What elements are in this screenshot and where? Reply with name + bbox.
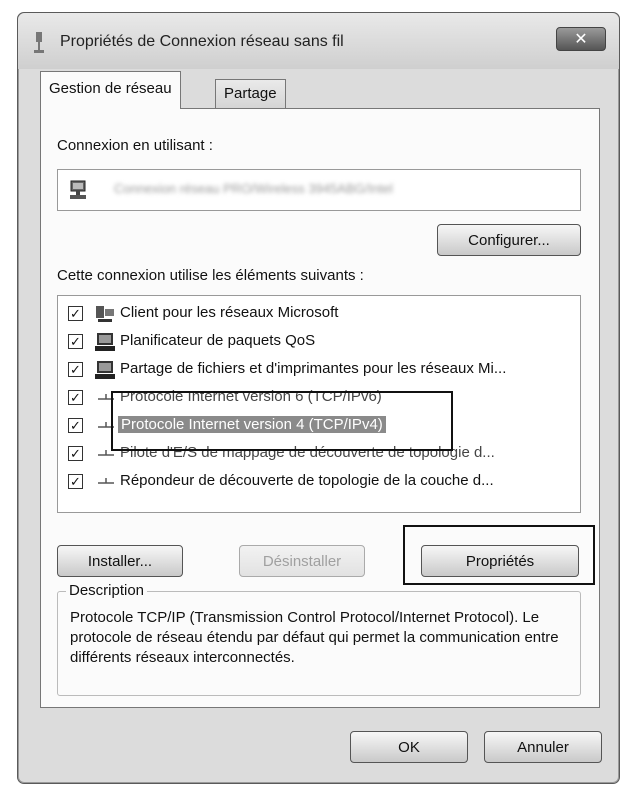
list-item[interactable]: ✓ Client pour les réseaux Microsoft bbox=[58, 300, 578, 328]
protocol-icon bbox=[98, 478, 114, 484]
item-label: Répondeur de découverte de topologie de … bbox=[120, 472, 494, 489]
network-adapter-icon bbox=[70, 180, 86, 199]
ok-button[interactable]: OK bbox=[350, 731, 468, 763]
adapter-field: Connexion réseau PRO/Wireless 3945ABG/In… bbox=[57, 169, 581, 211]
checkbox[interactable]: ✓ bbox=[68, 418, 83, 433]
network-service-icon bbox=[95, 333, 115, 351]
checkbox[interactable]: ✓ bbox=[68, 474, 83, 489]
close-button[interactable]: ✕ bbox=[556, 27, 606, 51]
window-title: Propriétés de Connexion réseau sans fil bbox=[60, 33, 344, 50]
configure-button[interactable]: Configurer... bbox=[437, 224, 581, 256]
tab-panel: Connexion en utilisant : Connexion résea… bbox=[40, 108, 600, 708]
checkbox[interactable]: ✓ bbox=[68, 390, 83, 405]
title-bar[interactable]: Propriétés de Connexion réseau sans fil … bbox=[18, 13, 619, 69]
checkbox[interactable]: ✓ bbox=[68, 334, 83, 349]
uninstall-button: Désinstaller bbox=[239, 545, 365, 577]
annotation-frame-ipv4 bbox=[111, 391, 453, 451]
install-button[interactable]: Installer... bbox=[57, 545, 183, 577]
item-label: Partage de fichiers et d'imprimantes pou… bbox=[120, 360, 507, 377]
network-service-icon bbox=[95, 361, 115, 379]
annotation-frame-properties bbox=[403, 525, 595, 585]
description-text: Protocole TCP/IP (Transmission Control P… bbox=[70, 609, 559, 666]
checkbox[interactable]: ✓ bbox=[68, 306, 83, 321]
connection-label: Connexion en utilisant : bbox=[57, 137, 213, 154]
checkbox[interactable]: ✓ bbox=[68, 446, 83, 461]
tab-strip: Gestion de réseau Partage bbox=[40, 69, 600, 109]
tab-partage[interactable]: Partage bbox=[215, 79, 286, 109]
network-icon bbox=[34, 32, 44, 53]
item-label: Planificateur de paquets QoS bbox=[120, 332, 316, 349]
cancel-button[interactable]: Annuler bbox=[484, 731, 602, 763]
properties-dialog: Propriétés de Connexion réseau sans fil … bbox=[17, 12, 620, 784]
description-legend: Description bbox=[66, 582, 148, 599]
tab-gestion-reseau[interactable]: Gestion de réseau bbox=[40, 71, 181, 109]
list-item[interactable]: ✓ Planificateur de paquets QoS bbox=[58, 328, 578, 356]
checkbox[interactable]: ✓ bbox=[68, 362, 83, 377]
item-label: Client pour les réseaux Microsoft bbox=[120, 304, 339, 321]
description-group: Description Protocole TCP/IP (Transmissi… bbox=[57, 582, 581, 696]
list-item[interactable]: ✓ Répondeur de découverte de topologie d… bbox=[58, 468, 578, 496]
list-item[interactable]: ✓ Partage de fichiers et d'imprimantes p… bbox=[58, 356, 578, 384]
items-label: Cette connexion utilise les éléments sui… bbox=[57, 267, 364, 284]
network-client-icon bbox=[96, 306, 114, 322]
adapter-name: Connexion réseau PRO/Wireless 3945ABG/In… bbox=[114, 181, 393, 196]
